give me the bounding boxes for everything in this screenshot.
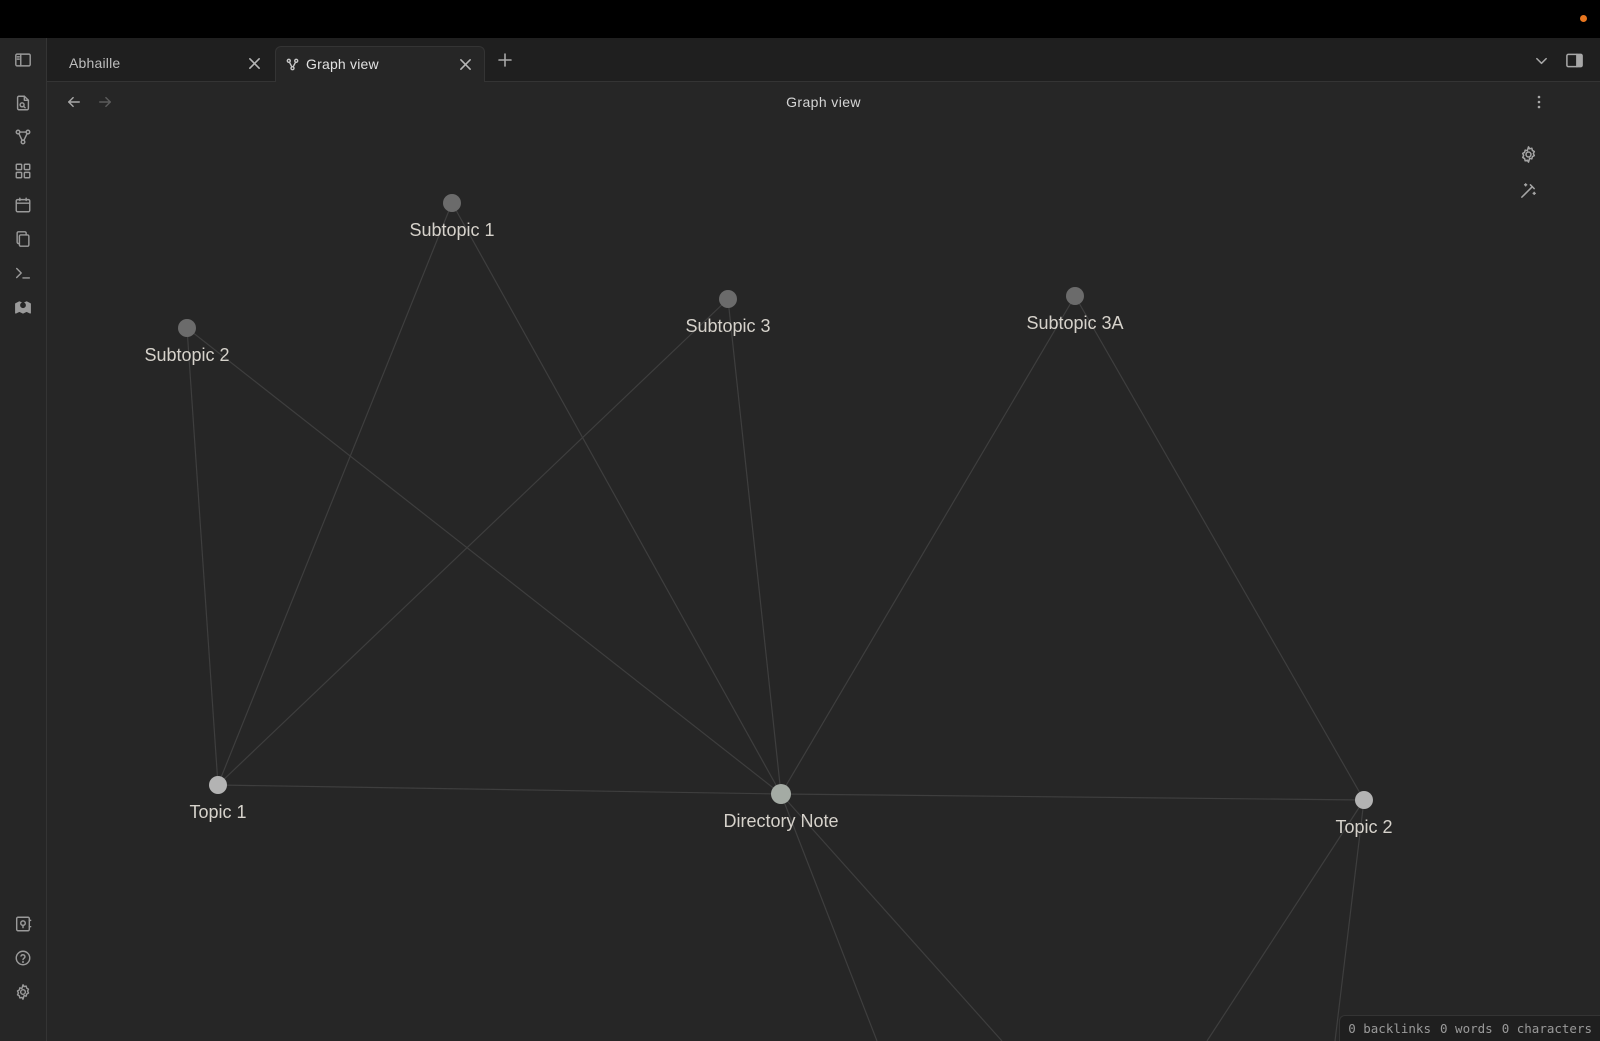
graph-node-circle[interactable] bbox=[771, 784, 791, 804]
graph-edge-subtopic-2-directory-note bbox=[186, 327, 782, 795]
graph-node-subtopic-2[interactable]: Subtopic 2 bbox=[144, 319, 230, 365]
graph-edge-subtopic-2-topic-1 bbox=[186, 327, 219, 786]
tab-label: Graph view bbox=[306, 56, 379, 72]
graph-node-directory-note[interactable]: Directory Note bbox=[723, 784, 839, 831]
graph-canvas[interactable]: Subtopic 1 Subtopic 2 Subtopic 3 Subtopic 3… bbox=[47, 124, 1600, 1041]
left-ribbon bbox=[0, 38, 47, 1041]
graph-edge-directory-note-topic-2 bbox=[780, 793, 1365, 801]
toggle-right-sidebar-icon[interactable] bbox=[1562, 48, 1586, 72]
graph-svg[interactable]: Subtopic 1 Subtopic 2 Subtopic 3 Subtopic 3… bbox=[47, 124, 1600, 1041]
copy-pages-icon[interactable] bbox=[11, 227, 35, 251]
graph-node-subtopic-3a[interactable]: Subtopic 3A bbox=[1026, 287, 1124, 333]
help-icon[interactable] bbox=[11, 946, 35, 970]
notification-dot bbox=[1580, 15, 1587, 22]
view-header: Graph view bbox=[47, 82, 1600, 124]
graph-edge-offscreen bbox=[780, 793, 1003, 1041]
graph-edge-subtopic-3a-topic-2 bbox=[1074, 295, 1365, 801]
graph-node-circle[interactable] bbox=[443, 194, 461, 212]
new-tab-plus-icon[interactable] bbox=[494, 49, 516, 71]
graph-edge-subtopic-3a-directory-note bbox=[780, 295, 1076, 795]
quick-switcher-icon[interactable] bbox=[11, 91, 35, 115]
tab-bar: Abhaille Graph view bbox=[47, 38, 1600, 82]
graph-edge-subtopic-1-topic-1 bbox=[217, 202, 453, 786]
tab-list-chevron-down-icon[interactable] bbox=[1531, 50, 1551, 70]
animate-magic-wand-icon[interactable] bbox=[1519, 181, 1543, 205]
graph-settings-gear-icon[interactable] bbox=[1519, 145, 1543, 169]
graph-node-subtopic-1[interactable]: Subtopic 1 bbox=[409, 194, 495, 240]
graph-node-label: Subtopic 2 bbox=[144, 345, 229, 365]
graph-edges bbox=[186, 202, 1365, 1041]
graph-node-label: Topic 1 bbox=[189, 802, 246, 822]
graph-edge-topic-1-directory-note bbox=[217, 784, 782, 795]
close-icon[interactable] bbox=[456, 55, 474, 73]
graph-node-label: Subtopic 1 bbox=[409, 220, 494, 240]
graph-node-label: Topic 2 bbox=[1335, 817, 1392, 837]
backlinks-count[interactable]: 0 backlinks bbox=[1348, 1021, 1431, 1036]
graph-node-label: Directory Note bbox=[723, 811, 838, 831]
graph-node-label: Subtopic 3A bbox=[1026, 313, 1123, 333]
tab-abhaille[interactable]: Abhaille bbox=[47, 46, 273, 82]
view-title: Graph view bbox=[786, 94, 861, 110]
graph-edge-subtopic-3-topic-1 bbox=[217, 298, 729, 786]
graph-tab-icon bbox=[286, 58, 299, 71]
character-count: 0 characters bbox=[1501, 1021, 1592, 1036]
graph-node-circle[interactable] bbox=[719, 290, 737, 308]
settings-gear-icon[interactable] bbox=[11, 980, 35, 1004]
close-icon[interactable] bbox=[245, 54, 263, 72]
tab-label: Abhaille bbox=[69, 55, 121, 71]
more-options-icon[interactable] bbox=[1529, 92, 1549, 112]
terminal-icon[interactable] bbox=[11, 261, 35, 285]
map-icon[interactable] bbox=[11, 295, 35, 319]
graph-node-topic-1[interactable]: Topic 1 bbox=[189, 776, 247, 822]
vault-switcher-icon[interactable] bbox=[11, 912, 35, 936]
graph-node-circle[interactable] bbox=[1355, 791, 1373, 809]
calendar-icon[interactable] bbox=[11, 193, 35, 217]
status-bar: 0 backlinks 0 words 0 characters bbox=[1339, 1015, 1600, 1041]
graph-edge-offscreen bbox=[780, 793, 878, 1041]
toggle-left-sidebar-icon[interactable] bbox=[11, 48, 35, 72]
graph-view-icon[interactable] bbox=[11, 125, 35, 149]
graph-node-circle[interactable] bbox=[209, 776, 227, 794]
graph-node-subtopic-3[interactable]: Subtopic 3 bbox=[685, 290, 771, 336]
canvas-icon[interactable] bbox=[11, 159, 35, 183]
graph-node-circle[interactable] bbox=[178, 319, 196, 337]
tab-graph-view[interactable]: Graph view bbox=[275, 46, 485, 82]
window-titlebar bbox=[0, 0, 1600, 38]
graph-node-circle[interactable] bbox=[1066, 287, 1084, 305]
graph-node-topic-2[interactable]: Topic 2 bbox=[1335, 791, 1393, 837]
graph-node-label: Subtopic 3 bbox=[685, 316, 770, 336]
word-count: 0 words bbox=[1440, 1021, 1493, 1036]
graph-edge-subtopic-3-directory-note bbox=[727, 298, 782, 795]
